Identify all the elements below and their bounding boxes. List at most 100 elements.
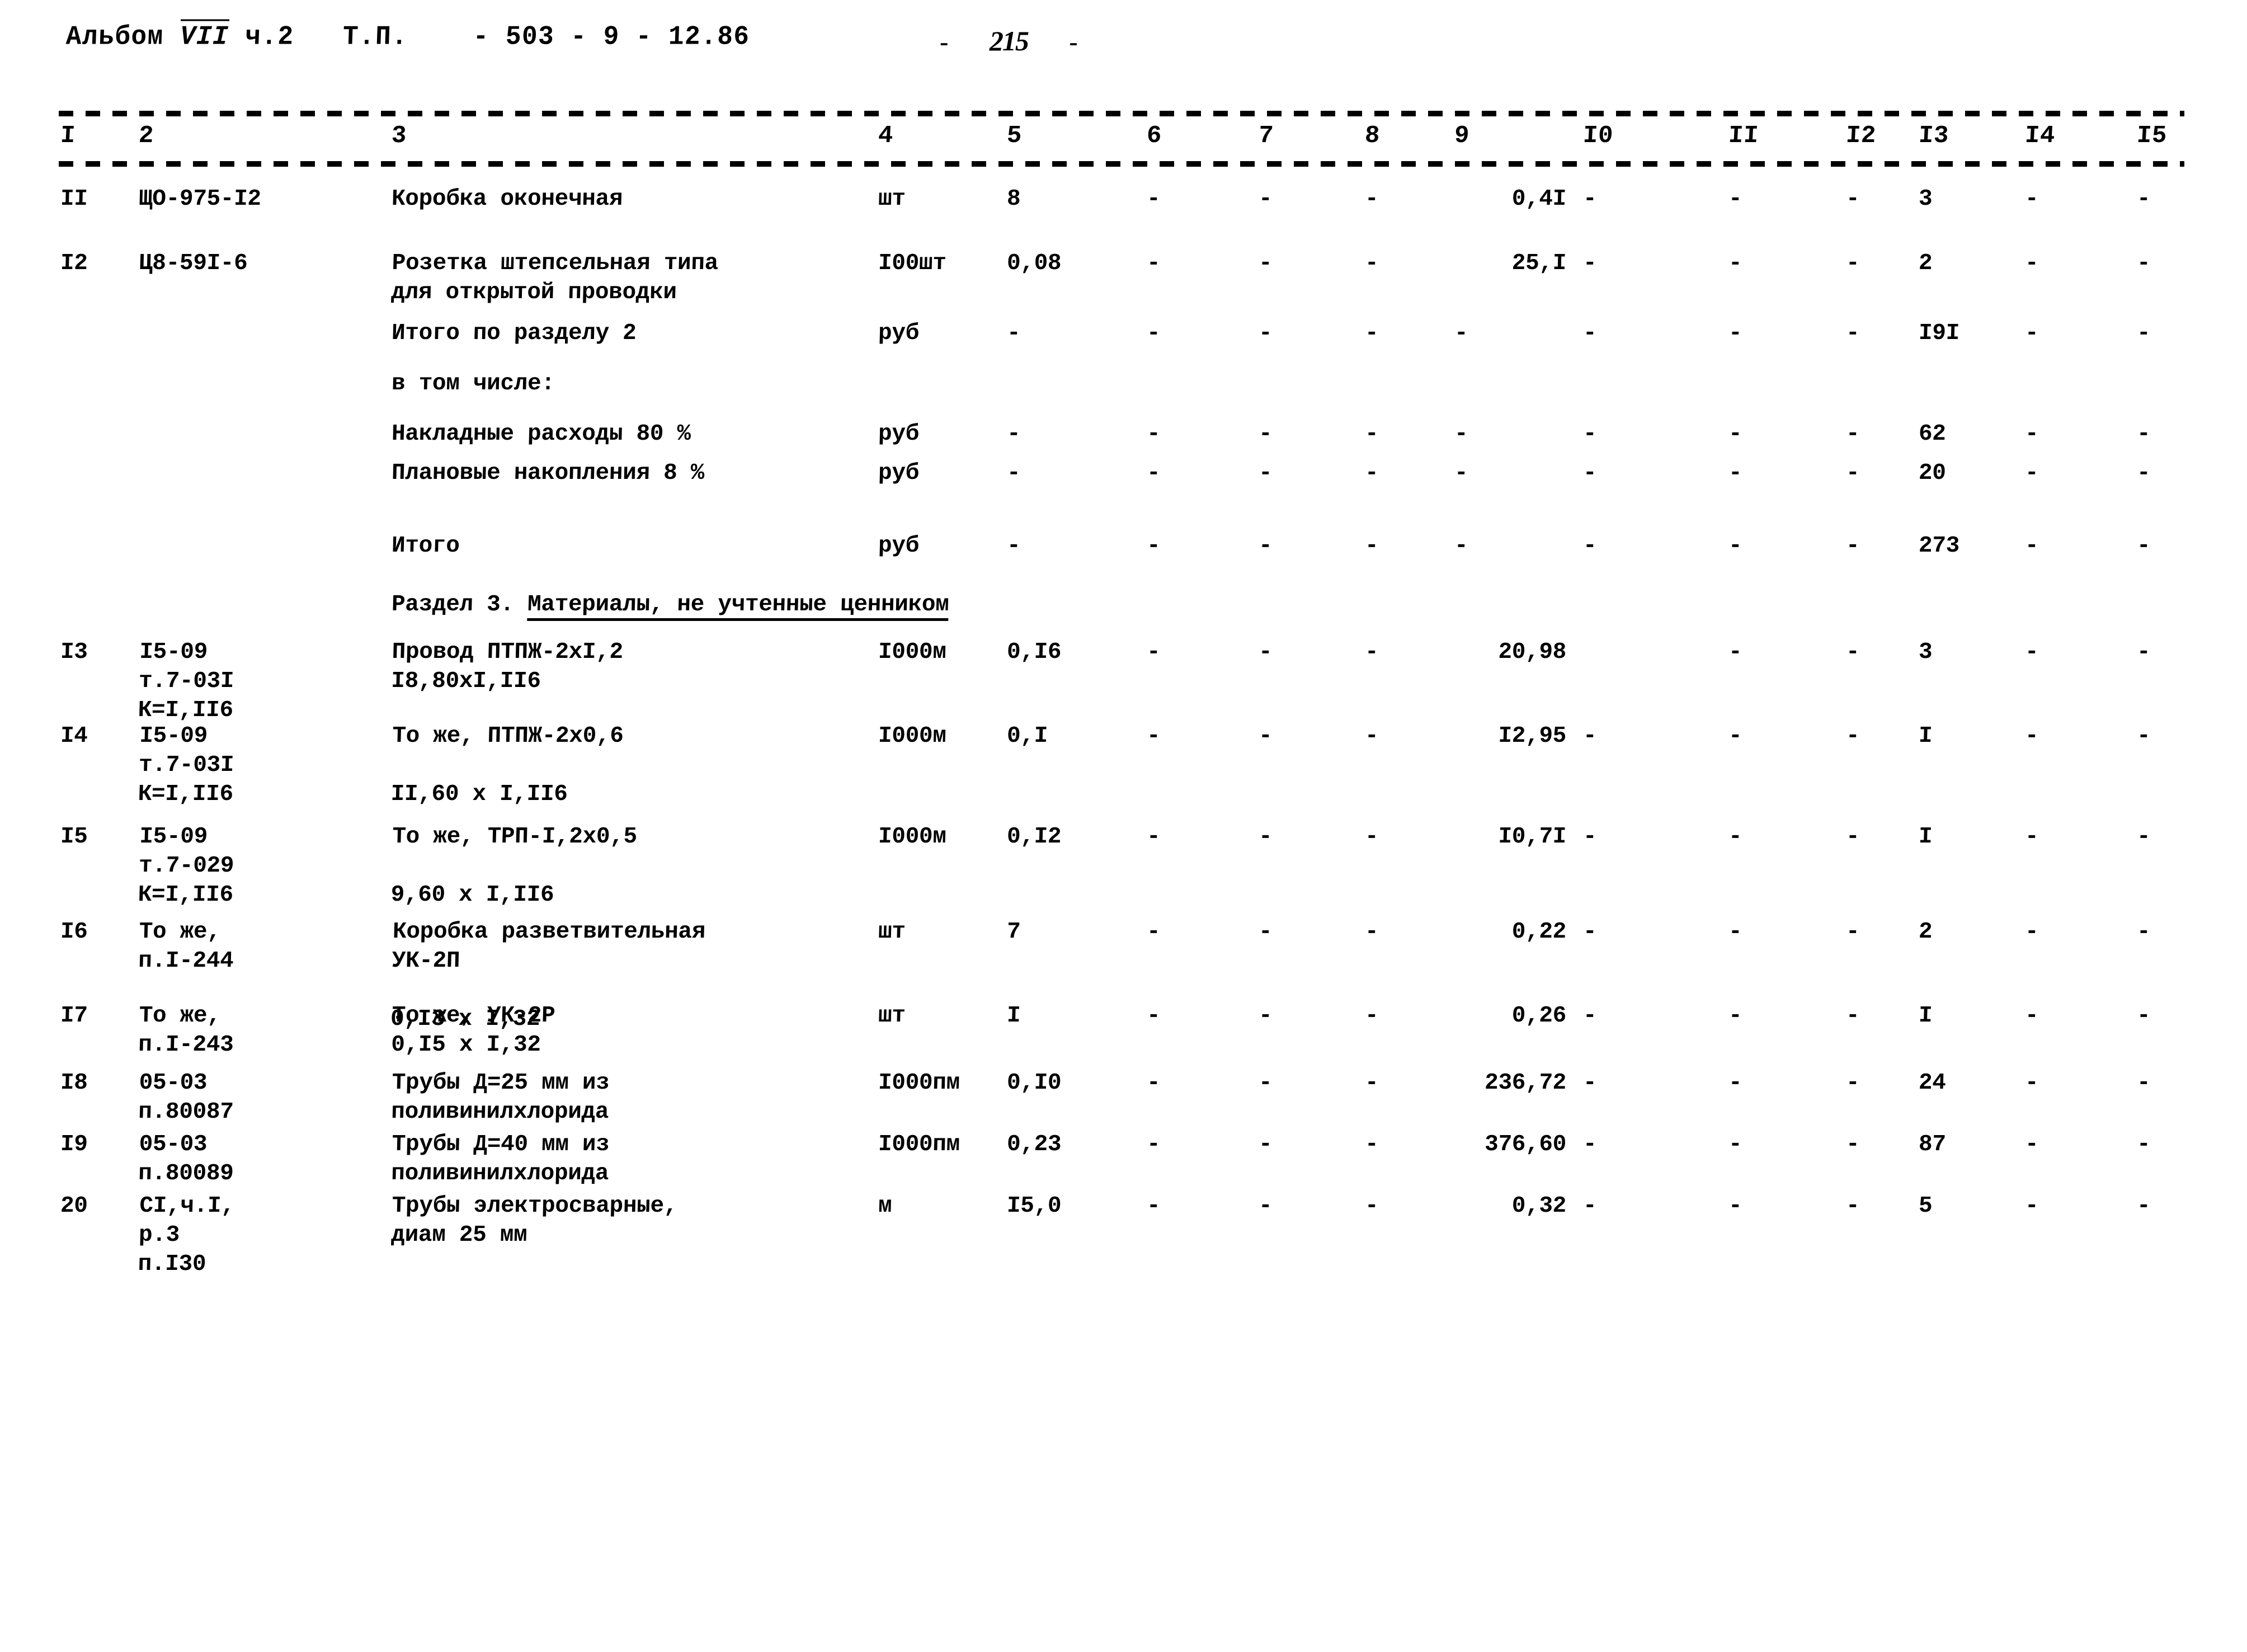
row-col7-line-1: -: [1258, 421, 1273, 447]
row-col7-line-1: -: [1258, 460, 1273, 486]
row-col8-line-1: -: [1364, 639, 1379, 665]
row-description-line-1: Итого по разделу 2: [391, 321, 637, 346]
row-col10: -: [1582, 319, 1597, 348]
document-code-label: - 503 - 9 - 12.86: [472, 21, 751, 53]
row-col12-line-1: -: [1845, 321, 1860, 346]
column-header-9: 9: [1453, 122, 1471, 150]
row-col13-total-line-1: 24: [1918, 1070, 1947, 1096]
row-unit-line-1: I000м: [878, 824, 947, 850]
row-col11: -: [1728, 1130, 1742, 1159]
row-col8: -: [1364, 420, 1379, 449]
row-col15: -: [2136, 1069, 2151, 1098]
row-col9-price: -: [1454, 420, 1468, 449]
row-unit-line-1: шт: [878, 186, 906, 212]
row-quantity: 7: [1006, 917, 1021, 947]
column-header-15: I5: [2136, 122, 2168, 150]
row-col9-price-line-1: 376,60: [1484, 1132, 1567, 1157]
row-number-line-1: I2: [60, 251, 88, 276]
row-quantity: 0,23: [1006, 1130, 1062, 1159]
row-col13-total: 2: [1918, 249, 1933, 278]
table-header-bottom-dashed-rule: [59, 161, 2184, 167]
row-description-line-2: [391, 751, 623, 780]
row-col11: -: [1728, 638, 1742, 667]
row-description-line-1: Трубы Д=25 мм из: [392, 1070, 610, 1096]
row-unit: I000м: [878, 638, 946, 667]
row-code-line-3: К=I,II6: [138, 882, 234, 908]
row-col15-line-1: -: [2136, 824, 2151, 850]
row-col10-line-1: -: [1582, 1070, 1597, 1096]
row-code-line-1: I5-09: [139, 639, 208, 665]
row-col7: -: [1258, 185, 1273, 214]
row-col10: -: [1582, 1130, 1597, 1159]
row-col11-line-1: -: [1728, 251, 1742, 276]
row-code-line-1: I5-09: [139, 824, 208, 850]
row-col14: -: [2024, 459, 2039, 488]
row-col14: -: [2024, 319, 2039, 348]
table-top-dashed-rule: [59, 111, 2184, 116]
row-col11: -: [1728, 531, 1742, 561]
row-col11: -: [1728, 1192, 1742, 1221]
row-col10: -: [1582, 459, 1597, 488]
row-col9-price: 0,4I: [1454, 185, 1566, 214]
row-number: I9: [60, 1130, 88, 1159]
row-quantity-line-1: I: [1006, 1003, 1021, 1029]
section-heading-prefix: Раздел 3.: [391, 592, 528, 618]
row-col12-line-1: -: [1845, 723, 1860, 749]
row-number-line-1: II: [60, 186, 88, 212]
row-col10-line-1: -: [1582, 321, 1597, 346]
row-col6-line-1: -: [1146, 1003, 1161, 1029]
row-col13-total: 3: [1918, 185, 1933, 214]
row-number: I3: [60, 638, 88, 667]
row-description-line-2: УК-2П: [392, 948, 460, 974]
row-col12: -: [1845, 185, 1860, 214]
row-col10: -: [1582, 917, 1597, 947]
row-col13-total-line-1: 2: [1918, 919, 1933, 945]
row-col6: -: [1146, 249, 1161, 278]
column-header-12: I2: [1845, 122, 1877, 150]
column-header-4: 4: [877, 122, 894, 150]
row-col7: -: [1258, 531, 1273, 561]
album-reference-line: Альбом VII ч.2 Т.П. - 503 - 9 - 12.86: [65, 19, 751, 53]
row-unit: шт: [878, 1001, 906, 1030]
row-col14-line-1: -: [2024, 723, 2039, 749]
row-number: I8: [60, 1069, 88, 1098]
row-col6: -: [1146, 531, 1161, 561]
row-col13-total-line-1: 20: [1918, 460, 1947, 486]
row-col15-line-1: -: [2136, 186, 2151, 212]
row-col15: -: [2136, 1130, 2151, 1159]
row-quantity: I: [1006, 1001, 1021, 1030]
row-col11: -: [1728, 249, 1742, 278]
page-header: Альбом VII ч.2 Т.П. - 503 - 9 - 12.86 - …: [0, 19, 2247, 62]
row-col8: -: [1364, 531, 1379, 561]
row-col11-line-1: -: [1728, 421, 1742, 447]
row-col15-line-1: -: [2136, 1003, 2151, 1029]
row-col15-line-1: -: [2136, 460, 2151, 486]
row-col15-line-1: -: [2136, 1132, 2151, 1157]
row-col14-line-1: -: [2024, 1003, 2039, 1029]
row-col14: -: [2024, 1192, 2039, 1221]
page-number-group: - 215 -: [940, 25, 1078, 57]
row-description-line-1: Провод ПТПЖ-2хI,2: [392, 639, 624, 665]
row-quantity: -: [1006, 531, 1021, 561]
row-col14: -: [2024, 822, 2039, 851]
row-col6-line-1: -: [1146, 533, 1161, 559]
row-description-line-1: Трубы Д=40 мм из: [392, 1132, 610, 1157]
row-col9-price: 376,60: [1454, 1130, 1567, 1159]
row-quantity-line-1: 0,I2: [1006, 824, 1062, 850]
row-col7: -: [1258, 1192, 1273, 1221]
row-description-line-1: Розетка штепсельная типа: [392, 251, 719, 276]
row-col6: -: [1146, 1192, 1161, 1221]
row-col7-line-1: -: [1258, 1193, 1273, 1219]
row-col15: -: [2136, 531, 2151, 561]
row-col8-line-1: -: [1364, 1193, 1379, 1219]
row-col14: -: [2024, 249, 2039, 278]
row-col8-line-1: -: [1364, 1132, 1379, 1157]
row-col14: -: [2024, 1130, 2039, 1159]
row-description-line-2: поливинилхлорида: [390, 1099, 609, 1125]
row-col14-line-1: -: [2024, 824, 2039, 850]
row-col10-line-1: -: [1582, 1132, 1597, 1157]
row-description: Итого: [391, 531, 460, 561]
row-col9-price: 0,26: [1454, 1001, 1566, 1030]
row-col7-line-1: -: [1258, 723, 1273, 749]
row-col11: -: [1728, 722, 1742, 751]
